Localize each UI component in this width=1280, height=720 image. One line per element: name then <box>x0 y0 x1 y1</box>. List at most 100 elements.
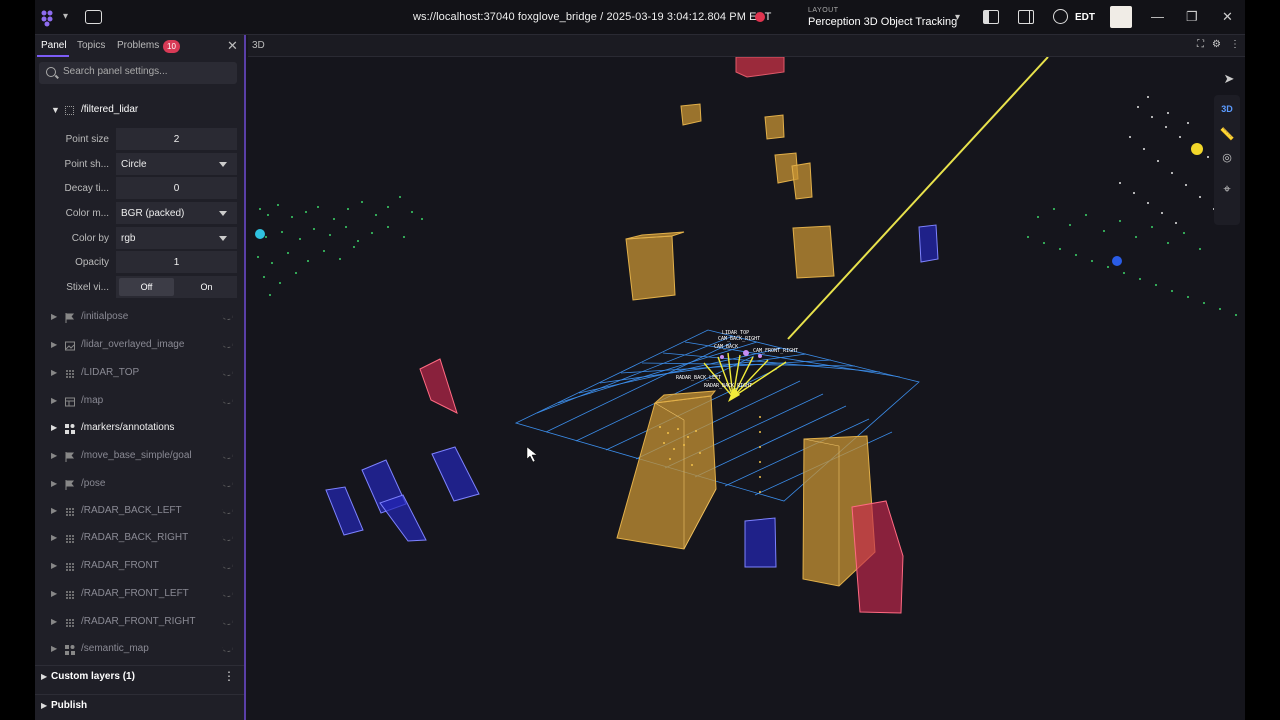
dropdown-arrow-icon <box>219 236 227 241</box>
search-panel-settings[interactable] <box>39 62 237 84</box>
visibility-icon[interactable] <box>222 509 233 514</box>
app-menu-chevron-icon[interactable]: ▾ <box>63 11 68 22</box>
expand-caret-icon: ▶ <box>51 479 58 488</box>
expand-caret-icon: ▶ <box>51 312 58 321</box>
decay-time-input[interactable]: 0 <box>116 177 237 199</box>
fullscreen-icon[interactable]: ⛶ <box>1197 39 1204 50</box>
expand-caret-icon: ▶ <box>41 672 48 681</box>
sidebar-tabs: Panel Topics Problems 10 ✕ <box>35 35 246 57</box>
expand-caret-icon: ▶ <box>51 368 58 377</box>
settings-sidebar: Panel Topics Problems 10 ✕ ▼ /filtered_l… <box>35 35 246 720</box>
flag-icon <box>65 313 75 323</box>
tree-item-initialpose[interactable]: ▶ /initialpose <box>51 311 236 325</box>
visibility-icon[interactable] <box>222 399 233 404</box>
search-input[interactable] <box>63 66 233 77</box>
visibility-icon[interactable] <box>222 343 233 348</box>
pointcloud-icon <box>66 591 74 599</box>
visibility-icon[interactable] <box>222 315 233 320</box>
stixel-off-option[interactable]: Off <box>119 278 174 296</box>
tree-item-lidar-top[interactable]: ▶ /LIDAR_TOP <box>51 367 236 381</box>
visibility-icon[interactable] <box>222 371 233 376</box>
visibility-icon[interactable] <box>222 536 233 541</box>
setting-color-mode: Color m... BGR (packed) <box>35 202 246 224</box>
tree-item-radar-front[interactable]: ▶ /RADAR_FRONT <box>51 560 236 574</box>
stixel-toggle: Off On <box>116 276 237 298</box>
expand-caret-icon: ▶ <box>51 423 58 432</box>
svg-text:RADAR_BACK_RIGHT: RADAR_BACK_RIGHT <box>704 383 752 389</box>
app-logo-icon[interactable] <box>40 9 58 27</box>
opacity-input[interactable]: 1 <box>116 251 237 273</box>
tree-item-pose[interactable]: ▶ /pose <box>51 478 236 492</box>
custom-layers-section[interactable]: ▶ Custom layers (1) ⋮ <box>35 665 244 687</box>
tree-item-semantic-map[interactable]: ▶ /semantic_map <box>51 643 236 657</box>
layout-chevron-icon[interactable]: ▾ <box>955 12 960 23</box>
expand-caret-icon: ▶ <box>51 533 58 542</box>
tab-panel[interactable]: Panel <box>41 40 67 51</box>
tracked-point-cyan <box>255 229 265 239</box>
expand-caret-icon[interactable]: ▼ <box>51 105 60 115</box>
select-tool-icon[interactable]: ➤ <box>1216 71 1242 87</box>
tree-item-move-base-simple-goal[interactable]: ▶ /move_base_simple/goal <box>51 450 236 464</box>
tree-item-radar-front-right[interactable]: ▶ /RADAR_FRONT_RIGHT <box>51 616 236 630</box>
tree-item-radar-back-left[interactable]: ▶ /RADAR_BACK_LEFT <box>51 505 236 519</box>
ruler-icon[interactable]: 📏 <box>1214 127 1240 141</box>
publish-section[interactable]: ▶ Publish <box>35 694 244 716</box>
setting-point-size: Point size 2 <box>35 128 246 150</box>
restore-icon[interactable]: ❐ <box>1186 9 1198 25</box>
left-sidebar-toggle-icon[interactable] <box>983 10 999 24</box>
expand-caret-icon: ▶ <box>51 561 58 570</box>
tree-item-map[interactable]: ▶ /map <box>51 395 236 409</box>
expand-caret-icon: ▶ <box>51 589 58 598</box>
tree-item-lidar-overlayed-image[interactable]: ▶ /lidar_overlayed_image <box>51 339 236 353</box>
3d-scene-viewport[interactable]: LIDAR_TOP CAM_BACK_RIGHT CAM_BACK CAM_FR… <box>248 57 1245 720</box>
more-options-icon[interactable]: ⋮ <box>223 669 235 683</box>
map-grid-icon <box>65 397 75 407</box>
timezone-label[interactable]: EDT <box>1075 12 1095 23</box>
stixel-on-option[interactable]: On <box>179 278 234 296</box>
tree-item-markers-annotations[interactable]: ▶ /markers/annotations <box>51 422 236 436</box>
tracked-point-yellow <box>1191 143 1203 155</box>
visibility-icon[interactable] <box>222 620 233 625</box>
view-mode-toggle[interactable]: 3D <box>1214 104 1240 114</box>
flag-icon <box>65 480 75 490</box>
tab-topics[interactable]: Topics <box>77 40 105 51</box>
tracked-point-blue <box>1112 256 1122 266</box>
minimize-icon[interactable]: — <box>1151 9 1164 24</box>
svg-text:CAM_BACK_RIGHT: CAM_BACK_RIGHT <box>718 336 760 342</box>
shapes-icon <box>65 645 75 655</box>
visibility-icon[interactable] <box>222 564 233 569</box>
svg-text:CAM_BACK: CAM_BACK <box>714 344 738 350</box>
live-indicator-icon <box>755 12 765 22</box>
visibility-icon[interactable] <box>222 454 233 459</box>
more-options-icon[interactable]: ⋮ <box>1230 39 1240 50</box>
pointcloud-icon <box>66 535 74 543</box>
visibility-icon[interactable] <box>222 647 233 652</box>
new-window-icon[interactable] <box>85 10 102 24</box>
image-icon <box>65 341 75 351</box>
close-window-icon[interactable]: ✕ <box>1222 9 1233 25</box>
setting-opacity: Opacity 1 <box>35 251 246 273</box>
top-bar: ▾ ws://localhost:37040 foxglove_bridge /… <box>35 0 1245 35</box>
right-sidebar-toggle-icon[interactable] <box>1018 10 1034 24</box>
visibility-icon[interactable] <box>222 592 233 597</box>
expand-caret-icon: ▶ <box>51 451 58 460</box>
shapes-icon <box>65 424 75 434</box>
point-shape-select[interactable]: Circle <box>116 153 237 175</box>
tree-item-radar-front-left[interactable]: ▶ /RADAR_FRONT_LEFT <box>51 588 236 602</box>
point-size-input[interactable]: 2 <box>116 128 237 150</box>
app-window: ▾ ws://localhost:37040 foxglove_bridge /… <box>35 0 1245 720</box>
tree-item-radar-back-right[interactable]: ▶ /RADAR_BACK_RIGHT <box>51 532 236 546</box>
pointcloud-icon <box>66 619 74 627</box>
visibility-icon[interactable] <box>222 482 233 487</box>
avatar[interactable] <box>1110 6 1132 28</box>
color-mode-select[interactable]: BGR (packed) <box>116 202 237 224</box>
gear-icon[interactable]: ⚙ <box>1212 39 1221 50</box>
publish-point-icon[interactable]: ◎ <box>1214 151 1240 164</box>
close-sidebar-icon[interactable]: ✕ <box>227 38 238 54</box>
globe-icon[interactable] <box>1053 9 1068 24</box>
color-by-select[interactable]: rgb <box>116 227 237 249</box>
recenter-icon[interactable]: ⌖ <box>1214 181 1240 197</box>
expand-caret-icon: ▶ <box>51 644 58 653</box>
tab-problems[interactable]: Problems <box>117 40 159 51</box>
layout-selector[interactable]: Perception 3D Object Tracking <box>808 16 957 28</box>
